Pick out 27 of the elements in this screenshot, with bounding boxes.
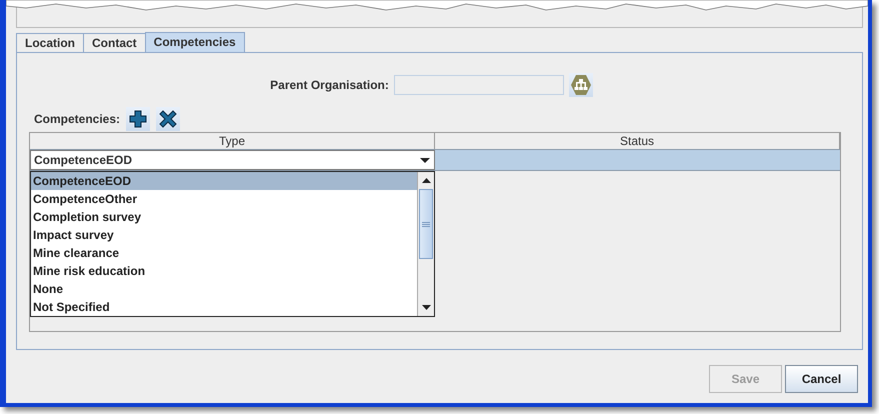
dropdown-option[interactable]: CompetenceOther bbox=[31, 190, 417, 208]
scroll-thumb[interactable] bbox=[419, 189, 433, 259]
dropdown-option[interactable]: Not Specified bbox=[31, 298, 417, 316]
dropdown-option[interactable]: Mine clearance bbox=[31, 244, 417, 262]
grip-icon bbox=[422, 222, 430, 226]
dropdown-option[interactable]: Completion survey bbox=[31, 208, 417, 226]
plus-icon bbox=[129, 110, 148, 128]
dropdown-arrow-icon bbox=[420, 158, 430, 162]
hierarchy-button[interactable] bbox=[568, 73, 593, 97]
competencies-label: Competencies: bbox=[34, 111, 120, 128]
dropdown-option[interactable]: CompetenceEOD bbox=[31, 172, 417, 190]
parent-organisation-field[interactable] bbox=[394, 75, 564, 95]
remove-button[interactable] bbox=[156, 107, 180, 131]
dropdown-option[interactable]: Mine risk education bbox=[31, 262, 417, 280]
close-icon bbox=[159, 110, 178, 128]
tab[interactable]: Competencies bbox=[144, 32, 245, 52]
tab[interactable]: Location bbox=[16, 33, 84, 52]
scroll-up-icon bbox=[422, 178, 430, 183]
scrollbar[interactable] bbox=[417, 172, 434, 316]
scroll-down-icon bbox=[422, 305, 430, 310]
add-button[interactable] bbox=[126, 107, 150, 131]
type-dropdown[interactable]: CompetenceEOD bbox=[30, 150, 435, 170]
dropdown-option[interactable]: None bbox=[31, 280, 417, 298]
dropdown-option[interactable]: Impact survey bbox=[31, 226, 417, 244]
cancel-button[interactable]: Cancel bbox=[785, 365, 858, 393]
hierarchy-icon bbox=[570, 74, 592, 96]
parent-organisation-label: Parent Organisation: bbox=[270, 77, 389, 94]
